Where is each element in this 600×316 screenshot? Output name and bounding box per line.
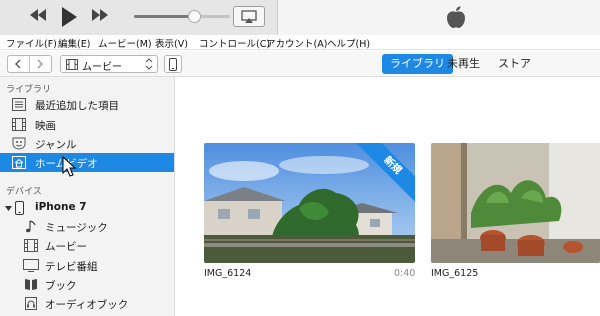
video-title: IMG_6125	[431, 268, 479, 279]
disclosure-triangle-icon[interactable]	[5, 204, 12, 215]
sidebar-item-label: ジャンル	[35, 139, 77, 151]
airplay-button[interactable]	[233, 6, 265, 27]
new-badge: 新規	[355, 143, 415, 203]
sidebar-item-home-videos[interactable]: ホームビデオ	[0, 153, 174, 172]
menu-bar: ファイル(F) 編集(E) ムービー(M) 表示(V) コントロール(C) アカ…	[0, 35, 600, 50]
main-content: 新規 IMG_6124 0:40 IMG_6125	[175, 77, 600, 316]
rewind-icon[interactable]	[28, 8, 48, 25]
sidebar-item-audiobooks[interactable]: オーディオブック	[0, 294, 174, 313]
volume-knob[interactable]	[187, 10, 201, 23]
fast-forward-icon[interactable]	[90, 8, 110, 25]
sidebar-item-label: オーディオブック	[45, 299, 129, 311]
library-section-header: ライブラリ	[6, 85, 52, 95]
genre-icon	[12, 137, 26, 153]
sidebar-item-label: 映画	[35, 120, 56, 132]
video-title: IMG_6124	[204, 268, 252, 279]
iphone-icon	[15, 201, 24, 218]
video-thumbnail[interactable]: 新規	[204, 143, 415, 263]
back-button[interactable]	[8, 56, 30, 72]
mouse-cursor-icon	[62, 155, 77, 181]
sidebar-item-label: ムービー	[45, 241, 87, 253]
tv-icon	[23, 259, 39, 275]
volume-level	[134, 15, 194, 18]
play-icon[interactable]	[60, 6, 78, 31]
player-bar	[0, 0, 600, 35]
film-icon	[24, 239, 38, 255]
chevron-updown-icon	[145, 58, 153, 73]
forward-button[interactable]	[30, 56, 52, 72]
menu-help[interactable]: ヘルプ(H)	[327, 36, 370, 50]
sidebar: ライブラリ 最近追加した項目 映画 ジャンル ホームビデオ デバイス iPhon…	[0, 77, 175, 316]
device-button[interactable]	[164, 55, 182, 73]
tab-library[interactable]: ライブラリ	[382, 54, 453, 74]
tab-store[interactable]: ストア	[498, 54, 531, 74]
device-name: iPhone 7	[35, 201, 87, 213]
devices-section-header: デバイス	[6, 187, 42, 197]
sidebar-item-music[interactable]: ミュージック	[0, 217, 174, 236]
menu-file[interactable]: ファイル(F)	[6, 36, 57, 50]
tab-unwatched[interactable]: 未再生	[447, 54, 480, 74]
sidebar-item-label: 最近追加した項目	[35, 100, 119, 112]
iphone-icon	[169, 58, 177, 74]
sidebar-item-label: テレビ番組	[45, 261, 98, 273]
lcd-display	[277, 0, 600, 35]
sidebar-item-books[interactable]: ブック	[0, 275, 174, 294]
new-badge-label: 新規	[355, 143, 415, 203]
home-video-icon	[12, 156, 26, 172]
media-kind-label: ムービー	[82, 62, 122, 73]
film-icon	[66, 59, 78, 73]
menu-edit[interactable]: 編集(E)	[58, 36, 90, 50]
sidebar-item-tv-shows[interactable]: テレビ番組	[0, 256, 174, 275]
audiobook-icon	[24, 297, 38, 313]
sidebar-item-movies[interactable]: 映画	[0, 115, 174, 134]
sidebar-item-genres[interactable]: ジャンル	[0, 134, 174, 153]
sidebar-item-label: ミュージック	[45, 222, 108, 234]
menu-controls[interactable]: コントロール(C)	[199, 36, 270, 50]
film-icon	[12, 118, 26, 134]
sidebar-item-label: ブック	[45, 280, 77, 292]
video-duration: 0:40	[394, 268, 416, 279]
video-thumbnail[interactable]	[431, 143, 600, 263]
media-kind-select[interactable]: ムービー	[60, 55, 158, 73]
chevron-left-icon	[15, 59, 21, 69]
nav-bar: ムービー ライブラリ 未再生 ストア	[0, 51, 600, 77]
recently-added-icon	[12, 98, 26, 114]
chevron-right-icon	[37, 59, 44, 69]
history-buttons	[7, 55, 52, 73]
menu-view[interactable]: 表示(V)	[155, 36, 188, 50]
sidebar-item-device-movies[interactable]: ムービー	[0, 236, 174, 255]
airplay-icon	[241, 10, 257, 23]
sidebar-device-iphone[interactable]: iPhone 7	[0, 198, 174, 217]
menu-movie[interactable]: ムービー(M)	[98, 36, 152, 50]
volume-slider[interactable]	[134, 10, 230, 23]
book-icon	[24, 278, 38, 294]
sidebar-item-recently-added[interactable]: 最近追加した項目	[0, 95, 174, 114]
music-note-icon	[25, 220, 37, 236]
menu-account[interactable]: アカウント(A)	[266, 36, 327, 50]
apple-logo-icon	[446, 6, 466, 32]
